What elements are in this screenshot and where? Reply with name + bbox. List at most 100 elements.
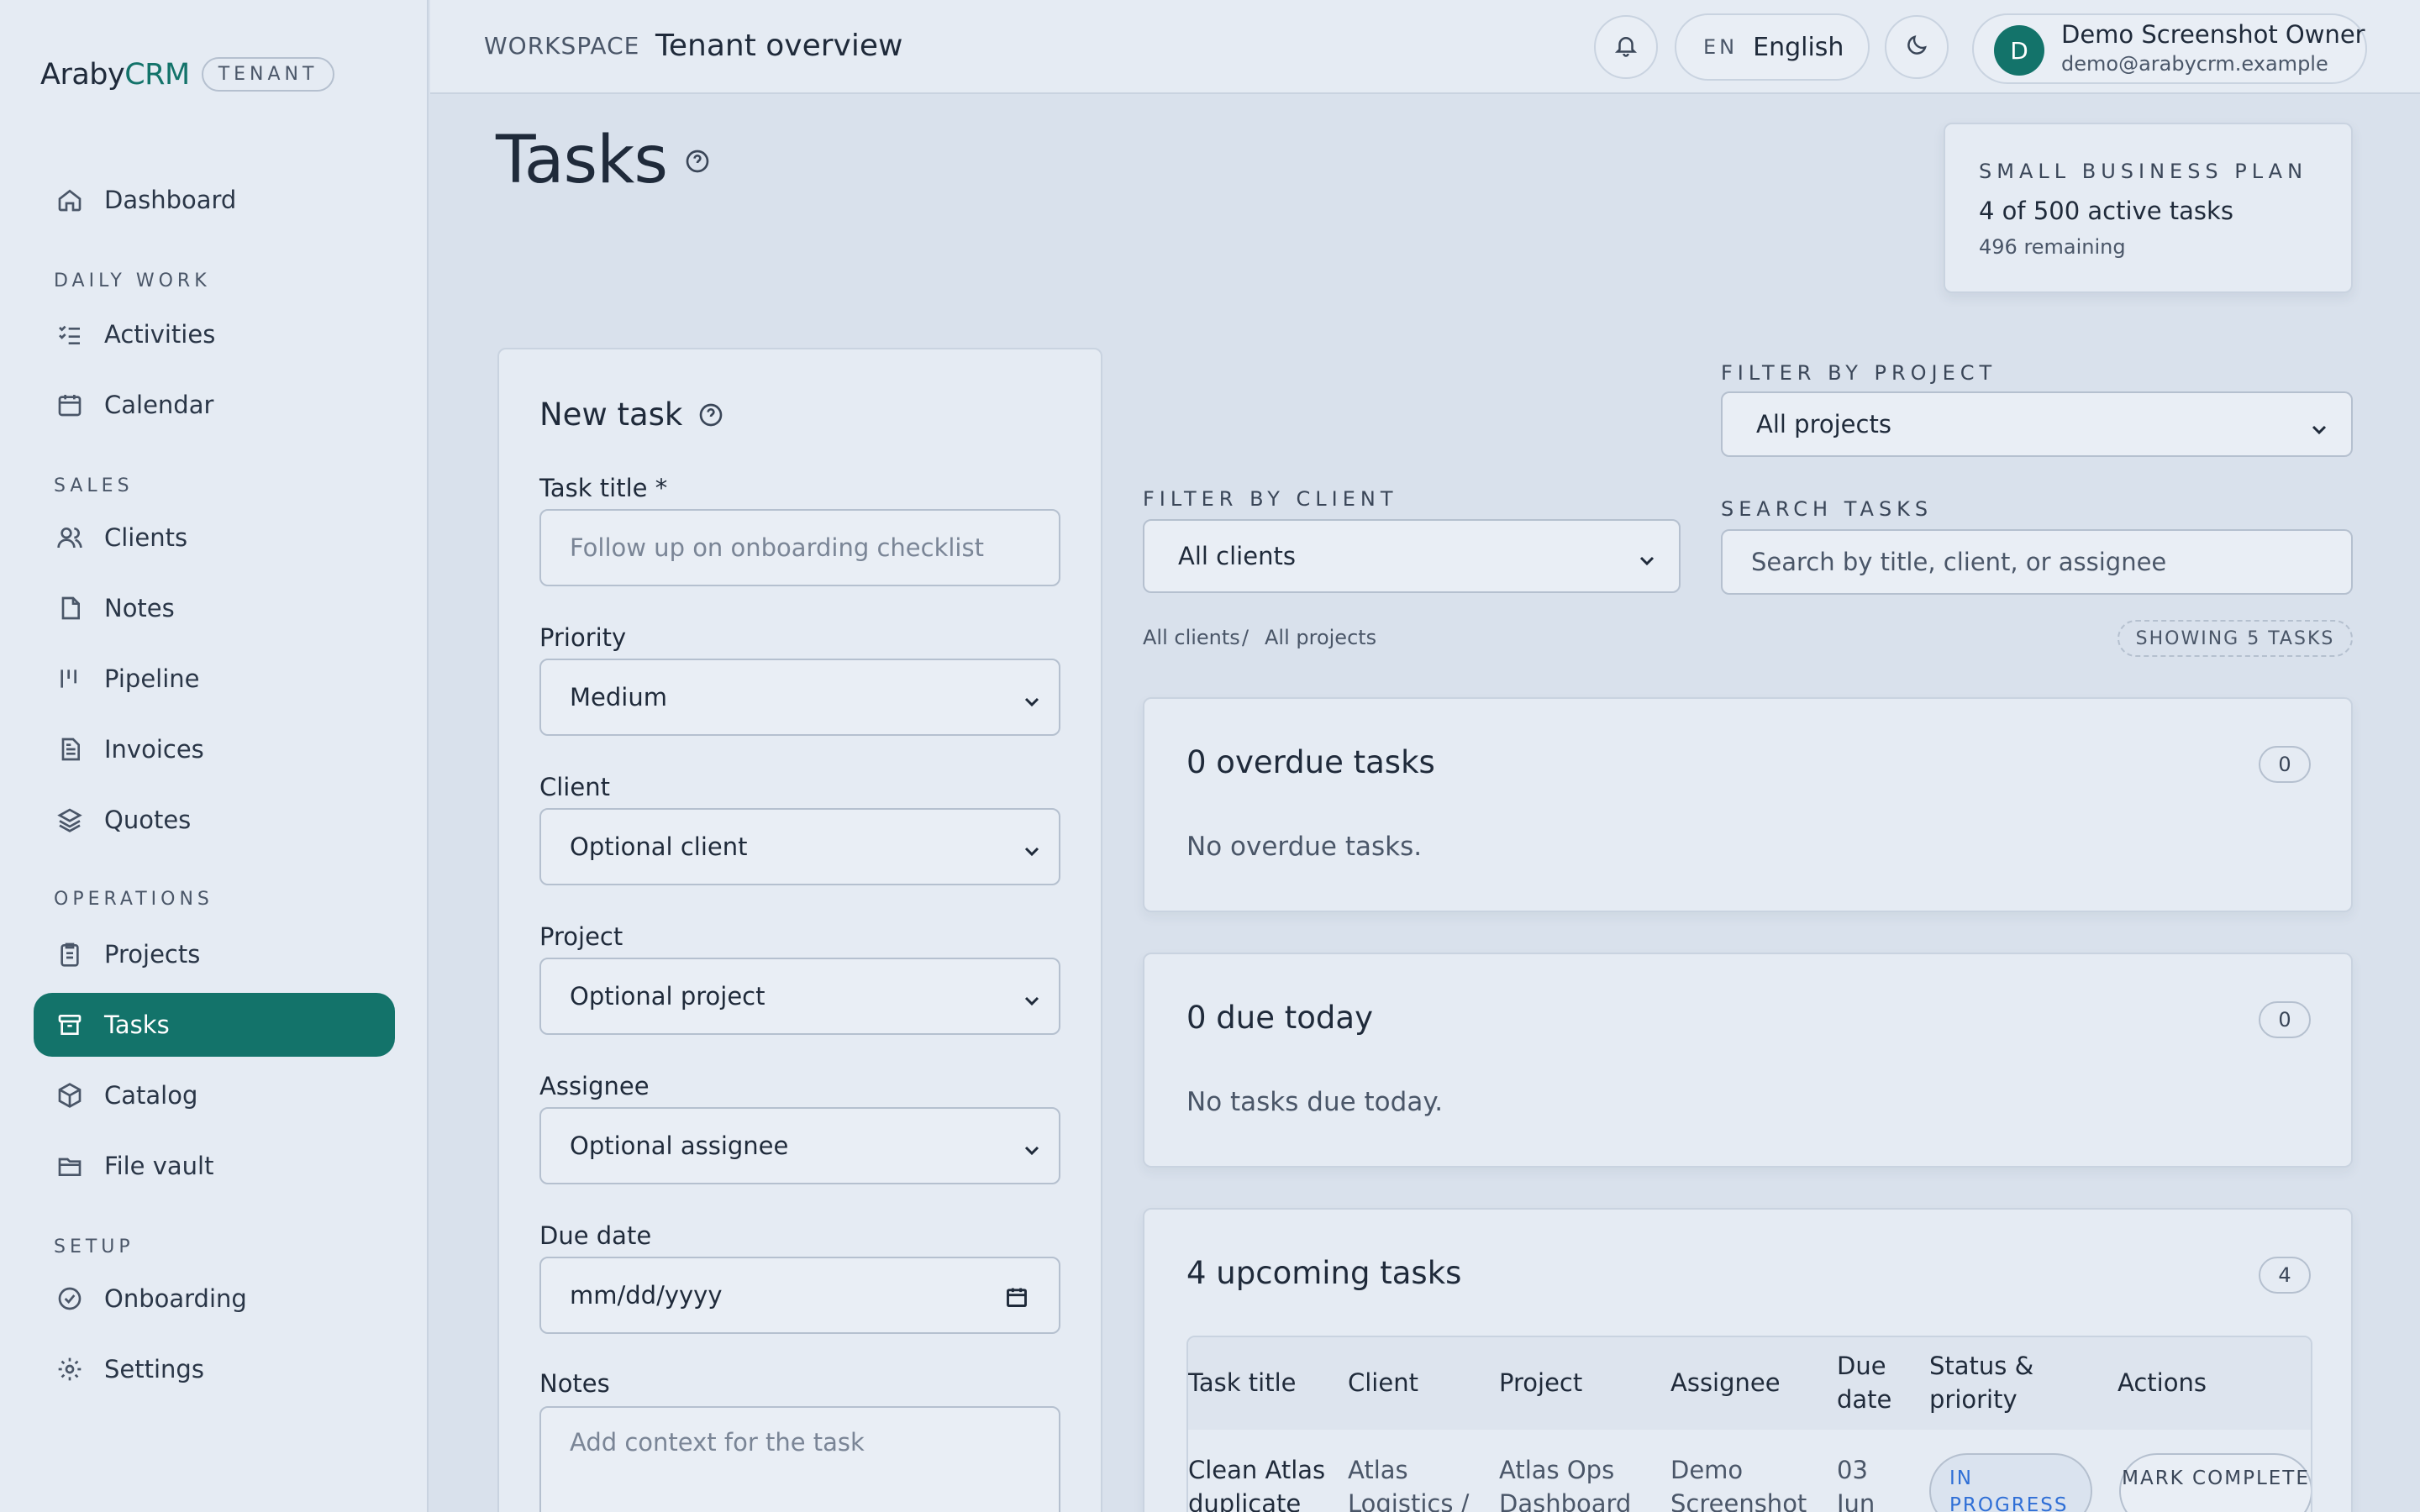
sidebar-item-label: Quotes [104,806,192,834]
calendar-icon[interactable] [1005,1285,1028,1309]
notifications-button[interactable] [1594,15,1658,79]
project-value: Optional project [570,982,765,1011]
sidebar-item-tasks[interactable]: Tasks [34,993,395,1057]
chevron-down-icon [1637,548,1657,568]
sidebar-item-activities[interactable]: Activities [34,302,395,366]
checklist-icon [55,320,84,349]
sidebar-item-settings[interactable]: Settings [34,1337,395,1401]
sidebar-section-setup: SETUP [54,1236,134,1257]
filter-project-value: All projects [1756,410,1891,438]
upcoming-tasks-table: Task title Client Project Assignee Due d… [1186,1336,2312,1512]
due-date-input[interactable]: mm/dd/yyyy [539,1257,1060,1334]
sidebar-item-label: Calendar [104,391,214,419]
bell-icon [1613,33,1639,61]
section-title: 4 upcoming tasks [1186,1255,1462,1291]
filter-project-select[interactable]: All projects [1721,391,2353,457]
chevron-down-icon [1022,1137,1042,1158]
clipboard-icon [55,940,84,969]
sidebar-item-projects[interactable]: Projects [34,922,395,986]
brand-name-part2: CRM [124,57,190,92]
sidebar-item-pipeline[interactable]: Pipeline [34,647,395,711]
help-icon[interactable] [684,148,711,175]
mark-complete-button[interactable]: MARK COMPLETE [2119,1453,2311,1512]
sidebar-section-operations: OPERATIONS [54,889,213,910]
filter-project-label: FILTER BY PROJECT [1721,361,1997,385]
tenant-badge: TENANT [201,57,335,92]
count-badge: 0 [2259,746,2311,783]
assignee-label: Assignee [539,1072,650,1100]
new-task-form: New task Task title * Follow up on onboa… [497,348,1102,1512]
priority-value: Medium [570,683,667,711]
task-title-label: Task title * [539,474,668,502]
column-header[interactable]: Task title [1188,1366,1331,1399]
notes-textarea[interactable]: Add context for the task [539,1406,1060,1512]
column-header[interactable]: Due date [1837,1349,1904,1416]
topbar-title: Tenant overview [655,29,903,63]
archive-icon [55,1011,84,1039]
sidebar-item-clients[interactable]: Clients [34,506,395,570]
priority-label: Priority [539,623,627,652]
sidebar-item-label: File vault [104,1152,214,1180]
sidebar-item-quotes[interactable]: Quotes [34,788,395,852]
column-header[interactable]: Client [1348,1366,1482,1399]
task-title-cell[interactable]: Clean Atlas duplicate [1188,1453,1331,1512]
sidebar-item-label: Tasks [104,1011,170,1039]
check-circle-icon [55,1284,84,1313]
user-menu-button[interactable]: D Demo Screenshot Owner demo@arabycrm.ex… [1972,13,2367,84]
sidebar-item-dashboard[interactable]: Dashboard [34,168,395,232]
search-tasks-label: SEARCH TASKS [1721,497,1933,521]
section-title: 0 overdue tasks [1186,744,1435,780]
sidebar-item-label: Catalog [104,1081,198,1110]
page-title: Tasks [496,123,668,198]
column-header[interactable]: Assignee [1670,1366,1822,1399]
language-button[interactable]: EN English [1675,13,1870,81]
sidebar-item-label: Projects [104,940,201,969]
assignee-select[interactable]: Optional assignee [539,1107,1060,1184]
sidebar-item-invoices[interactable]: Invoices [34,717,395,781]
column-header[interactable]: Status & priority [1929,1349,2055,1416]
sidebar-item-onboarding[interactable]: Onboarding [34,1267,395,1331]
project-select[interactable]: Optional project [539,958,1060,1035]
status-badge: IN PROGRESS [1929,1453,2092,1512]
theme-toggle-button[interactable] [1885,15,1949,79]
filter-client-label: FILTER BY CLIENT [1143,487,1398,511]
calendar-icon [55,391,84,419]
sidebar-item-file-vault[interactable]: File vault [34,1134,395,1198]
chevron-down-icon [2309,417,2329,437]
task-title-input[interactable]: Follow up on onboarding checklist [539,509,1060,586]
client-cell: Atlas Logistics / [1348,1456,1470,1512]
priority-select[interactable]: Medium [539,659,1060,736]
package-icon [55,1081,84,1110]
empty-message: No overdue tasks. [1186,832,1423,862]
pipeline-icon [55,664,84,693]
avatar: D [1994,25,2044,76]
due-date-cell: 03 Jun [1837,1456,1876,1512]
sidebar-item-label: Activities [104,320,216,349]
layers-icon [55,806,84,834]
client-select[interactable]: Optional client [539,808,1060,885]
home-icon [55,186,84,214]
language-code: EN [1703,35,1739,59]
users-icon [55,523,84,552]
sidebar-item-notes[interactable]: Notes [34,576,395,640]
workspace-label: WORKSPACE [484,32,640,60]
topbar: WORKSPACE Tenant overview EN English D D… [430,0,2420,94]
column-header: Actions [2118,1368,2207,1397]
breadcrumb-clients[interactable]: All clients [1143,626,1240,649]
file-icon [55,594,84,622]
search-tasks-input[interactable]: Search by title, client, or assignee [1721,529,2353,595]
empty-message: No tasks due today. [1186,1087,1444,1117]
sidebar-item-calendar[interactable]: Calendar [34,373,395,437]
overdue-section: 0 overdue tasks 0 No overdue tasks. [1143,697,2353,912]
sidebar-item-catalog[interactable]: Catalog [34,1063,395,1127]
column-header[interactable]: Project [1499,1366,1650,1399]
filter-client-select[interactable]: All clients [1143,519,1681,593]
sidebar: Araby CRM TENANT Dashboard DAILY WORK Ac… [0,0,429,1512]
brand-logo[interactable]: Araby CRM TENANT [40,57,335,92]
plan-usage: 4 of 500 active tasks [1979,197,2233,225]
language-name: English [1753,32,1844,62]
chevron-down-icon [1022,838,1042,858]
breadcrumb-projects[interactable]: All projects [1265,626,1376,649]
due-date-label: Due date [539,1221,652,1250]
help-icon[interactable] [697,402,724,428]
